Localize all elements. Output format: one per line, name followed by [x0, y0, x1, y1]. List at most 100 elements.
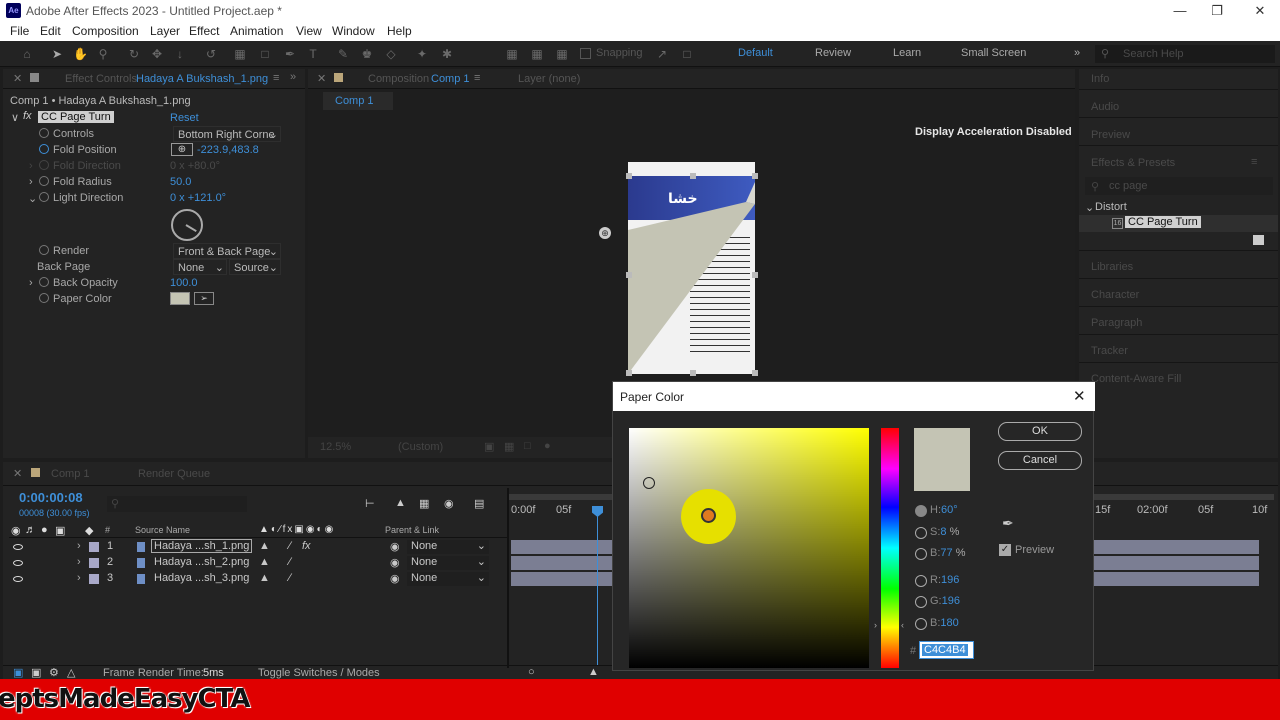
label-color-swatch[interactable]	[89, 574, 99, 584]
quality-switch-icon[interactable]: ∕	[289, 572, 291, 584]
workspace-review[interactable]: Review	[815, 47, 851, 59]
light-direction-value[interactable]: 0 x +121.0°	[170, 192, 226, 204]
g-field[interactable]: G:196	[930, 595, 960, 607]
dolly-tool-icon[interactable]: ↓	[173, 47, 187, 61]
panel-menu-icon[interactable]: ≡	[1251, 156, 1257, 168]
layer-name[interactable]: Hadaya ...sh_3.png	[154, 572, 249, 584]
label-color-swatch[interactable]	[89, 558, 99, 568]
stopwatch-icon[interactable]	[39, 144, 49, 154]
effect-controls-layer[interactable]: Hadaya A Bukshash_1.png	[136, 73, 268, 85]
effect-name[interactable]: CC Page Turn	[38, 111, 114, 123]
crosshair-icon[interactable]: ⊕	[171, 143, 193, 156]
minimize-button[interactable]: —	[1160, 0, 1200, 22]
angle-dial[interactable]	[171, 209, 203, 241]
label-color-swatch[interactable]	[89, 542, 99, 552]
zoom-value[interactable]: 12.5%	[320, 441, 351, 453]
table-row[interactable]: › 2 Hadaya ...sh_2.png ▲ ∕ ◉ None ⌄	[9, 556, 507, 571]
render-queue-tab[interactable]: Render Queue	[138, 468, 210, 480]
snap-icon[interactable]: ↗	[655, 47, 669, 61]
render-dropdown[interactable]: Front & Back Page ⌄	[173, 243, 281, 259]
transform-handle[interactable]	[752, 272, 758, 278]
shy-layers-icon[interactable]: ▲	[395, 497, 406, 509]
stopwatch-icon[interactable]	[39, 192, 49, 202]
menu-help[interactable]: Help	[387, 24, 412, 38]
controls-dropdown[interactable]: Bottom Right Corne ⌄	[173, 126, 281, 142]
channel-icon[interactable]: ●	[544, 440, 551, 452]
stopwatch-icon[interactable]	[39, 293, 49, 303]
blue-field[interactable]: B:180	[930, 617, 959, 629]
eye-icon[interactable]	[13, 576, 23, 582]
comp-flowchart-icon[interactable]: ⊢	[365, 497, 375, 510]
stopwatch-icon[interactable]	[39, 277, 49, 287]
expand-arrow-icon[interactable]: ›	[29, 277, 33, 289]
panel-menu-icon[interactable]: ≡	[273, 72, 279, 84]
toggle-switches-modes[interactable]: Toggle Switches / Modes	[258, 667, 380, 679]
anchor-tool-icon[interactable]: ▦	[233, 47, 247, 61]
comp-canvas-layer[interactable]: خشا	[628, 162, 755, 374]
back-opacity-value[interactable]: 100.0	[170, 277, 198, 289]
eye-icon[interactable]	[13, 544, 23, 550]
search-help-field[interactable]: ⚲ Search Help	[1095, 45, 1275, 63]
hue-slider[interactable]	[881, 428, 899, 668]
grid-icon[interactable]: ▦	[504, 440, 514, 453]
color-picker-cursor[interactable]	[643, 477, 655, 489]
frame-icon[interactable]: ▣	[31, 666, 41, 679]
shy-switch-icon[interactable]: ▲	[259, 572, 270, 584]
reset-link[interactable]: Reset	[170, 112, 199, 124]
workspace-default[interactable]: Default	[738, 47, 773, 59]
pan-tool-icon[interactable]: ✥	[150, 47, 164, 61]
shy-switch-icon[interactable]: ▲	[259, 556, 270, 568]
preview-checkbox[interactable]: ✓	[999, 544, 1011, 556]
expand-arrow-icon[interactable]: ›	[77, 572, 81, 584]
pickwhip-icon[interactable]: ◉	[390, 540, 400, 553]
transform-handle[interactable]	[752, 173, 758, 179]
panel-paragraph[interactable]: Paragraph	[1091, 317, 1142, 329]
transform-handle[interactable]	[752, 370, 758, 376]
back-page-source-dropdown[interactable]: Source ⌄	[229, 259, 281, 275]
effects-item-row[interactable]: 16 CC Page Turn	[1079, 215, 1278, 232]
panel-libraries[interactable]: Libraries	[1091, 261, 1133, 273]
collapse-arrow-icon[interactable]: ⌄	[1085, 201, 1094, 214]
saturation-radio[interactable]	[915, 527, 927, 539]
quality-switch-icon[interactable]: ∕	[289, 540, 291, 552]
table-row[interactable]: › 3 Hadaya ...sh_3.png ▲ ∕ ◉ None ⌄	[9, 572, 507, 587]
shy-switch-icon[interactable]: ▲	[259, 540, 270, 552]
quality-switch-icon[interactable]: ∕	[289, 556, 291, 568]
zoom-in-icon[interactable]: ▲	[588, 666, 599, 678]
transform-handle[interactable]	[690, 370, 696, 376]
panel-character[interactable]: Character	[1091, 289, 1139, 301]
effect-controls-tab[interactable]: Effect Controls	[65, 73, 137, 85]
zoom-tool-icon[interactable]: ⚲	[96, 47, 110, 61]
playhead-icon[interactable]	[592, 506, 603, 517]
zoom-slider-knob[interactable]: ○	[528, 666, 535, 678]
parent-dropdown[interactable]: None ⌄	[407, 556, 489, 570]
layer-tab[interactable]: Layer (none)	[518, 73, 580, 85]
menu-window[interactable]: Window	[332, 24, 375, 38]
panel-close-icon[interactable]: ✕	[13, 467, 22, 480]
hue-radio[interactable]	[915, 505, 927, 517]
r-field[interactable]: R:196	[930, 574, 959, 586]
source-name-header[interactable]: Source Name	[135, 525, 190, 535]
align-icon-2[interactable]: ▦	[530, 47, 544, 61]
panel-audio[interactable]: Audio	[1091, 101, 1119, 113]
panel-preview[interactable]: Preview	[1091, 129, 1130, 141]
brightness-radio[interactable]	[915, 548, 927, 560]
stopwatch-icon[interactable]	[39, 160, 49, 170]
ok-button[interactable]: OK	[998, 422, 1082, 441]
menu-effect[interactable]: Effect	[189, 24, 219, 38]
panel-menu-icon[interactable]: ≡	[474, 72, 480, 84]
menu-file[interactable]: File	[10, 24, 29, 38]
back-page-layer-dropdown[interactable]: None ⌄	[173, 259, 227, 275]
pickwhip-icon[interactable]: ◉	[390, 556, 400, 569]
paper-color-swatch[interactable]	[170, 292, 190, 305]
panel-content-aware-fill[interactable]: Content-Aware Fill	[1091, 373, 1181, 385]
workspace-more-icon[interactable]: »	[1074, 47, 1080, 59]
motion-blur-icon[interactable]: ◉	[444, 497, 454, 510]
snapshot-icon[interactable]: ▣	[484, 440, 494, 453]
hand-tool-icon[interactable]: ✋	[73, 47, 88, 61]
composition-tab[interactable]: Composition	[368, 73, 429, 85]
resolution-value[interactable]: (Custom)	[398, 441, 443, 453]
hex-input[interactable]: C4C4B4	[919, 641, 974, 659]
fold-position-point-icon[interactable]: ⊕	[599, 227, 611, 239]
menu-view[interactable]: View	[296, 24, 322, 38]
